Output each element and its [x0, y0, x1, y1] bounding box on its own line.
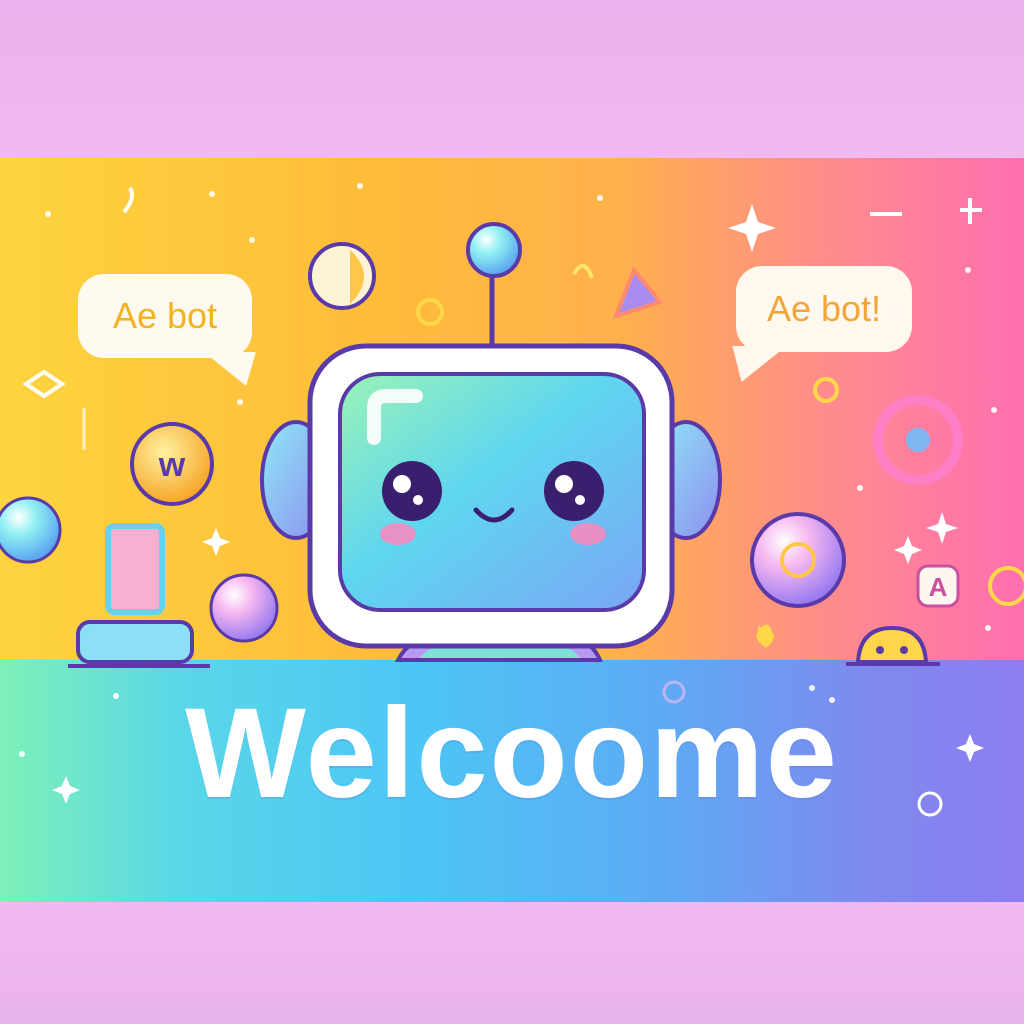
top-band — [0, 0, 1024, 158]
bubble-orb — [750, 512, 846, 608]
bubble-orb — [209, 573, 279, 643]
bubble-orb — [308, 242, 376, 310]
side-ball-label: w — [158, 446, 186, 484]
small-sign-label: A — [929, 572, 948, 602]
robot-eye-left — [382, 461, 442, 521]
mini-robot — [855, 625, 929, 664]
welcome-headline: Welcoome — [185, 682, 839, 825]
robot-eye-right — [544, 461, 604, 521]
triangle-shape — [612, 266, 664, 320]
antenna-ball — [466, 222, 522, 278]
bubble-orb — [0, 496, 62, 564]
pedestal — [76, 620, 194, 664]
phone-card — [105, 523, 165, 615]
welcome-banner: Ae bot Ae bot! w A Welcoome — [0, 158, 1024, 902]
bottom-band — [0, 902, 1024, 1024]
